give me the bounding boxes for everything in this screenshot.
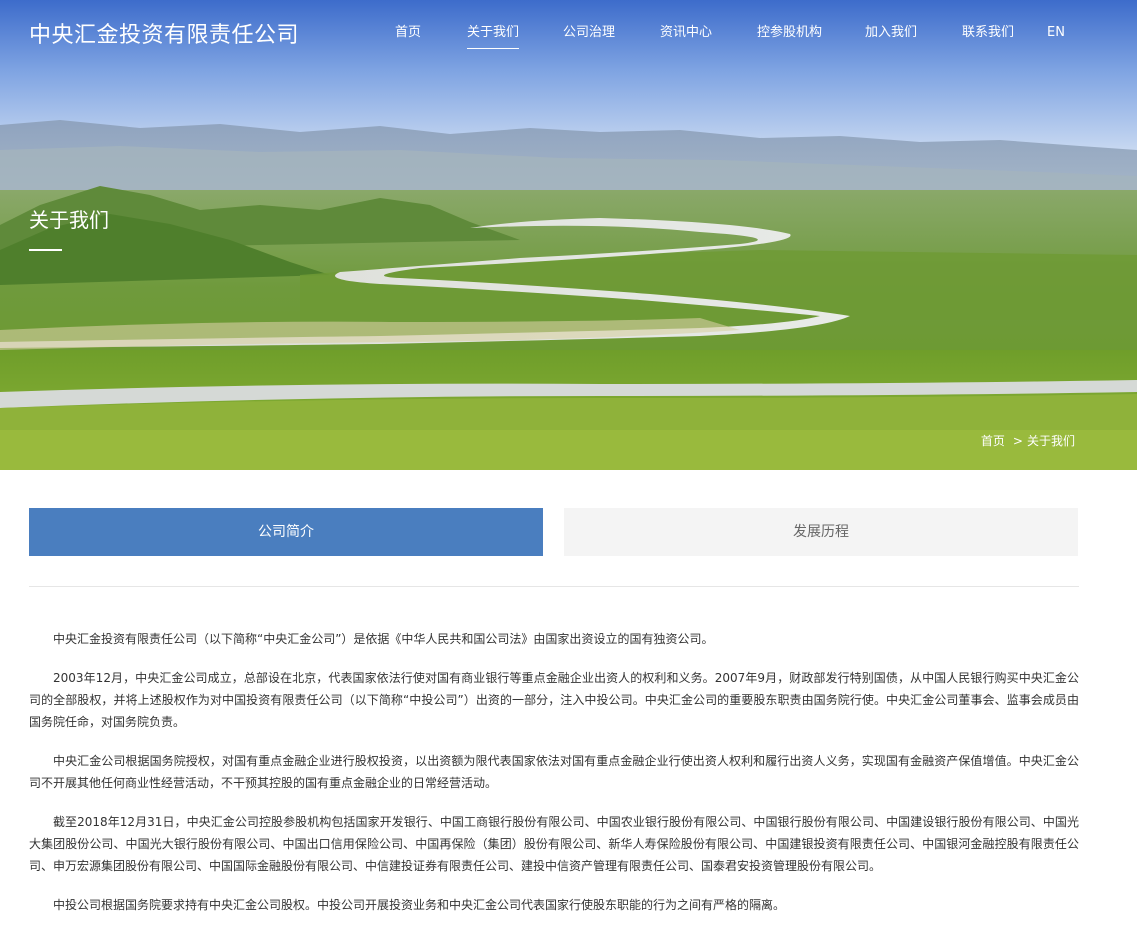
nav-item-english[interactable]: EN — [1047, 24, 1065, 42]
hero-landscape-image — [0, 0, 1137, 470]
nav-item-about[interactable]: 关于我们 — [467, 24, 520, 49]
breadcrumb: 首页 > 关于我们 — [981, 432, 1075, 449]
breadcrumb-separator: > — [1012, 434, 1023, 448]
tab-company-profile[interactable]: 公司简介 — [29, 508, 543, 556]
breadcrumb-home-link[interactable]: 首页 — [981, 434, 1005, 448]
section-tabs: 公司简介 发展历程 — [29, 508, 1079, 556]
nav-item-holdings[interactable]: 控参股机构 — [757, 24, 822, 42]
tab-development-history[interactable]: 发展历程 — [564, 508, 1078, 556]
site-logo[interactable]: 中央汇金投资有限责任公司 — [29, 17, 299, 49]
nav-item-governance[interactable]: 公司治理 — [563, 24, 615, 42]
top-navigation-bar: 中央汇金投资有限责任公司 首页 关于我们 公司治理 资讯中心 控参股机构 加入我… — [0, 0, 1137, 66]
hero-banner: 中央汇金投资有限责任公司 首页 关于我们 公司治理 资讯中心 控参股机构 加入我… — [0, 0, 1137, 470]
nav-item-news[interactable]: 资讯中心 — [660, 24, 712, 42]
nav-item-home[interactable]: 首页 — [395, 24, 421, 42]
profile-paragraph: 截至2018年12月31日，中央汇金公司控股参股机构包括国家开发银行、中国工商银… — [29, 815, 1079, 873]
breadcrumb-current: 关于我们 — [1026, 434, 1075, 448]
nav-item-contact[interactable]: 联系我们 — [962, 24, 1014, 42]
profile-paragraph: 中央汇金投资有限责任公司（以下简称“中央汇金公司”）是依据《中华人民共和国公司法… — [53, 632, 714, 646]
nav-item-careers[interactable]: 加入我们 — [865, 24, 917, 42]
hero-title: 关于我们 — [29, 208, 109, 232]
hero-title-underline — [29, 249, 62, 251]
profile-paragraph: 中央汇金公司根据国务院授权，对国有重点金融企业进行股权投资，以出资额为限代表国家… — [29, 754, 1079, 790]
company-profile-content: 中央汇金投资有限责任公司（以下简称“中央汇金公司”）是依据《中华人民共和国公司法… — [29, 628, 1079, 933]
profile-paragraph: 中投公司根据国务院要求持有中央汇金公司股权。中投公司开展投资业务和中央汇金公司代… — [53, 898, 786, 912]
content-divider — [29, 586, 1079, 587]
profile-paragraph: 2003年12月，中央汇金公司成立，总部设在北京，代表国家依法行使对国有商业银行… — [29, 671, 1079, 729]
